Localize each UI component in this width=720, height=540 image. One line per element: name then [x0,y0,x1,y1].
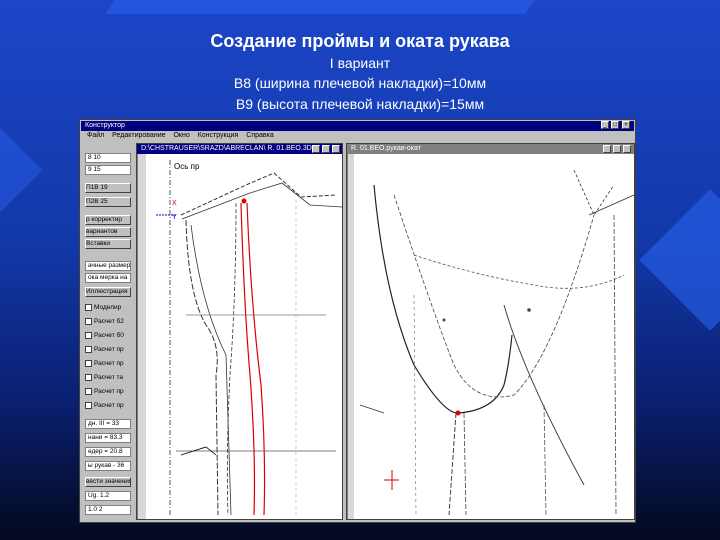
bodice-pattern-drawing: Ось пр X Y [156,160,342,516]
app-titlebar: Конструктор [81,121,634,131]
left-window-minimize-button[interactable] [312,145,320,153]
axis-label: Ось пр [174,162,200,171]
info-row: ачные размеры [85,261,131,271]
pattern-window-left: D:\CHSTRAUSER\SRAZD\ABRECLAN\ R. 01.BEO.… [136,143,343,520]
check-item[interactable]: Расчет пр [85,359,131,369]
check-item[interactable]: Расчет пр [85,401,131,411]
check-item[interactable]: Расчет пр [85,345,131,355]
tool-panel: 8 10 9 15 П1В 19 П2В 25 р корректир вари… [83,143,133,520]
control-point[interactable] [442,318,446,322]
right-window-minimize-button[interactable] [603,145,611,153]
shoulder-point-guide [573,169,615,216]
check-item[interactable]: Моделир [85,303,131,313]
armhole-curve [190,224,232,516]
right-window-close-button[interactable] [623,145,631,153]
right-window-maximize-button[interactable] [613,145,621,153]
sleeve-center-line [448,412,457,516]
dart-guide [226,202,237,516]
p1v-button[interactable]: П1В 19 [85,183,131,193]
info-row: ока мерка на [85,273,131,283]
sleeve-side-seam [503,304,585,486]
decor-diamond-right [639,189,720,331]
axis-x-label: X [172,200,177,207]
checkbox-icon[interactable] [85,387,92,395]
bottom-field-2[interactable]: 1.0 2 [85,505,131,515]
left-window-close-button[interactable] [332,145,340,153]
red-dart-line-2 [246,202,266,516]
variants-button[interactable]: вариантов [85,227,131,237]
left-window-scrollbar[interactable] [137,154,146,519]
checkbox-icon[interactable] [85,373,92,381]
value-readout: ы рукав - 36 [85,461,131,471]
sleeve-pattern-drawing [359,169,634,516]
control-point[interactable] [241,198,247,204]
decor-band [105,0,535,14]
menu-window[interactable]: Окно [173,132,189,139]
front-guide [413,294,417,516]
check-item[interactable]: Расчет б0 [85,331,131,341]
menu-construction[interactable]: Конструкция [198,132,239,139]
sleeve-cap-curve [393,194,595,398]
left-edge-guide [359,404,385,414]
checkbox-icon[interactable] [85,303,92,311]
param-field-9[interactable]: 9 15 [85,165,131,175]
enter-values-button[interactable]: вести значения [85,477,131,487]
right-window-scrollbar[interactable] [347,154,354,519]
check-item[interactable]: Расчет б2 [85,317,131,327]
check-item[interactable]: Расчет та [85,373,131,383]
inserts-button[interactable]: Вставки [85,239,131,249]
slide-title: Создание проймы и оката рукава [210,31,510,51]
app-title: Конструктор [85,122,125,129]
checkbox-icon[interactable] [85,401,92,409]
menu-edit[interactable]: Редактирование [112,132,165,139]
menu-help[interactable]: Справка [246,132,273,139]
side-seam-left [185,219,219,516]
menu-bar: Файл Редактирование Окно Конструкция Спр… [81,131,634,141]
value-readout: нани = 83.3 [85,433,131,443]
back-line [613,214,617,516]
minimize-button[interactable]: _ [601,121,609,129]
value-readout: едер = 20.8 [85,447,131,457]
slide-variant: I вариант [329,55,391,71]
close-button[interactable]: × [622,121,630,129]
bottom-field-ug[interactable]: Ug. 1.2 [85,491,131,501]
checkbox-icon[interactable] [85,345,92,353]
checkbox-icon[interactable] [85,317,92,325]
correct-button[interactable]: р корректир [85,215,131,225]
armhole-outline [373,184,513,414]
slide-param-b8: В8 (ширина плечевой накладки)=10мм [233,75,487,91]
illustration-button[interactable]: Иллюстрация [85,287,131,297]
control-point[interactable] [527,308,531,312]
check-item[interactable]: Расчет пр [85,387,131,397]
slide-param-b9: В9 (высота плечевой накладки)=15мм [235,96,485,112]
shoulder-line-alt [181,182,342,220]
cap-guide [413,254,625,289]
checkbox-icon[interactable] [85,359,92,367]
left-window-maximize-button[interactable] [322,145,330,153]
menu-file[interactable]: Файл [87,132,104,139]
checkbox-icon[interactable] [85,331,92,339]
right-window-titlebar: R. 01.BEO.рукав-окат [347,144,634,154]
right-window-title: R. 01.BEO.рукав-окат [351,145,421,152]
app-window: Конструктор _ □ × Файл Редактирование Ок… [79,119,636,523]
shoulder-guide [588,194,634,216]
red-dart-line-1 [240,202,256,516]
elbow-line [543,404,547,516]
left-window-title: D:\CHSTRAUSER\SRAZD\ABRECLAN\ R. 01.BEO.… [141,145,312,152]
sleeve-center-line-2 [463,412,467,516]
control-point[interactable] [455,410,461,416]
p2v-button[interactable]: П2В 25 [85,197,131,207]
pattern-window-right: R. 01.BEO.рукав-окат [346,143,635,520]
value-readout: дн. III = 33 [85,419,131,429]
shoulder-line [180,172,337,216]
maximize-button[interactable]: □ [611,121,619,129]
decor-diamond-left [0,127,43,213]
param-field-8[interactable]: 8 10 [85,153,131,163]
